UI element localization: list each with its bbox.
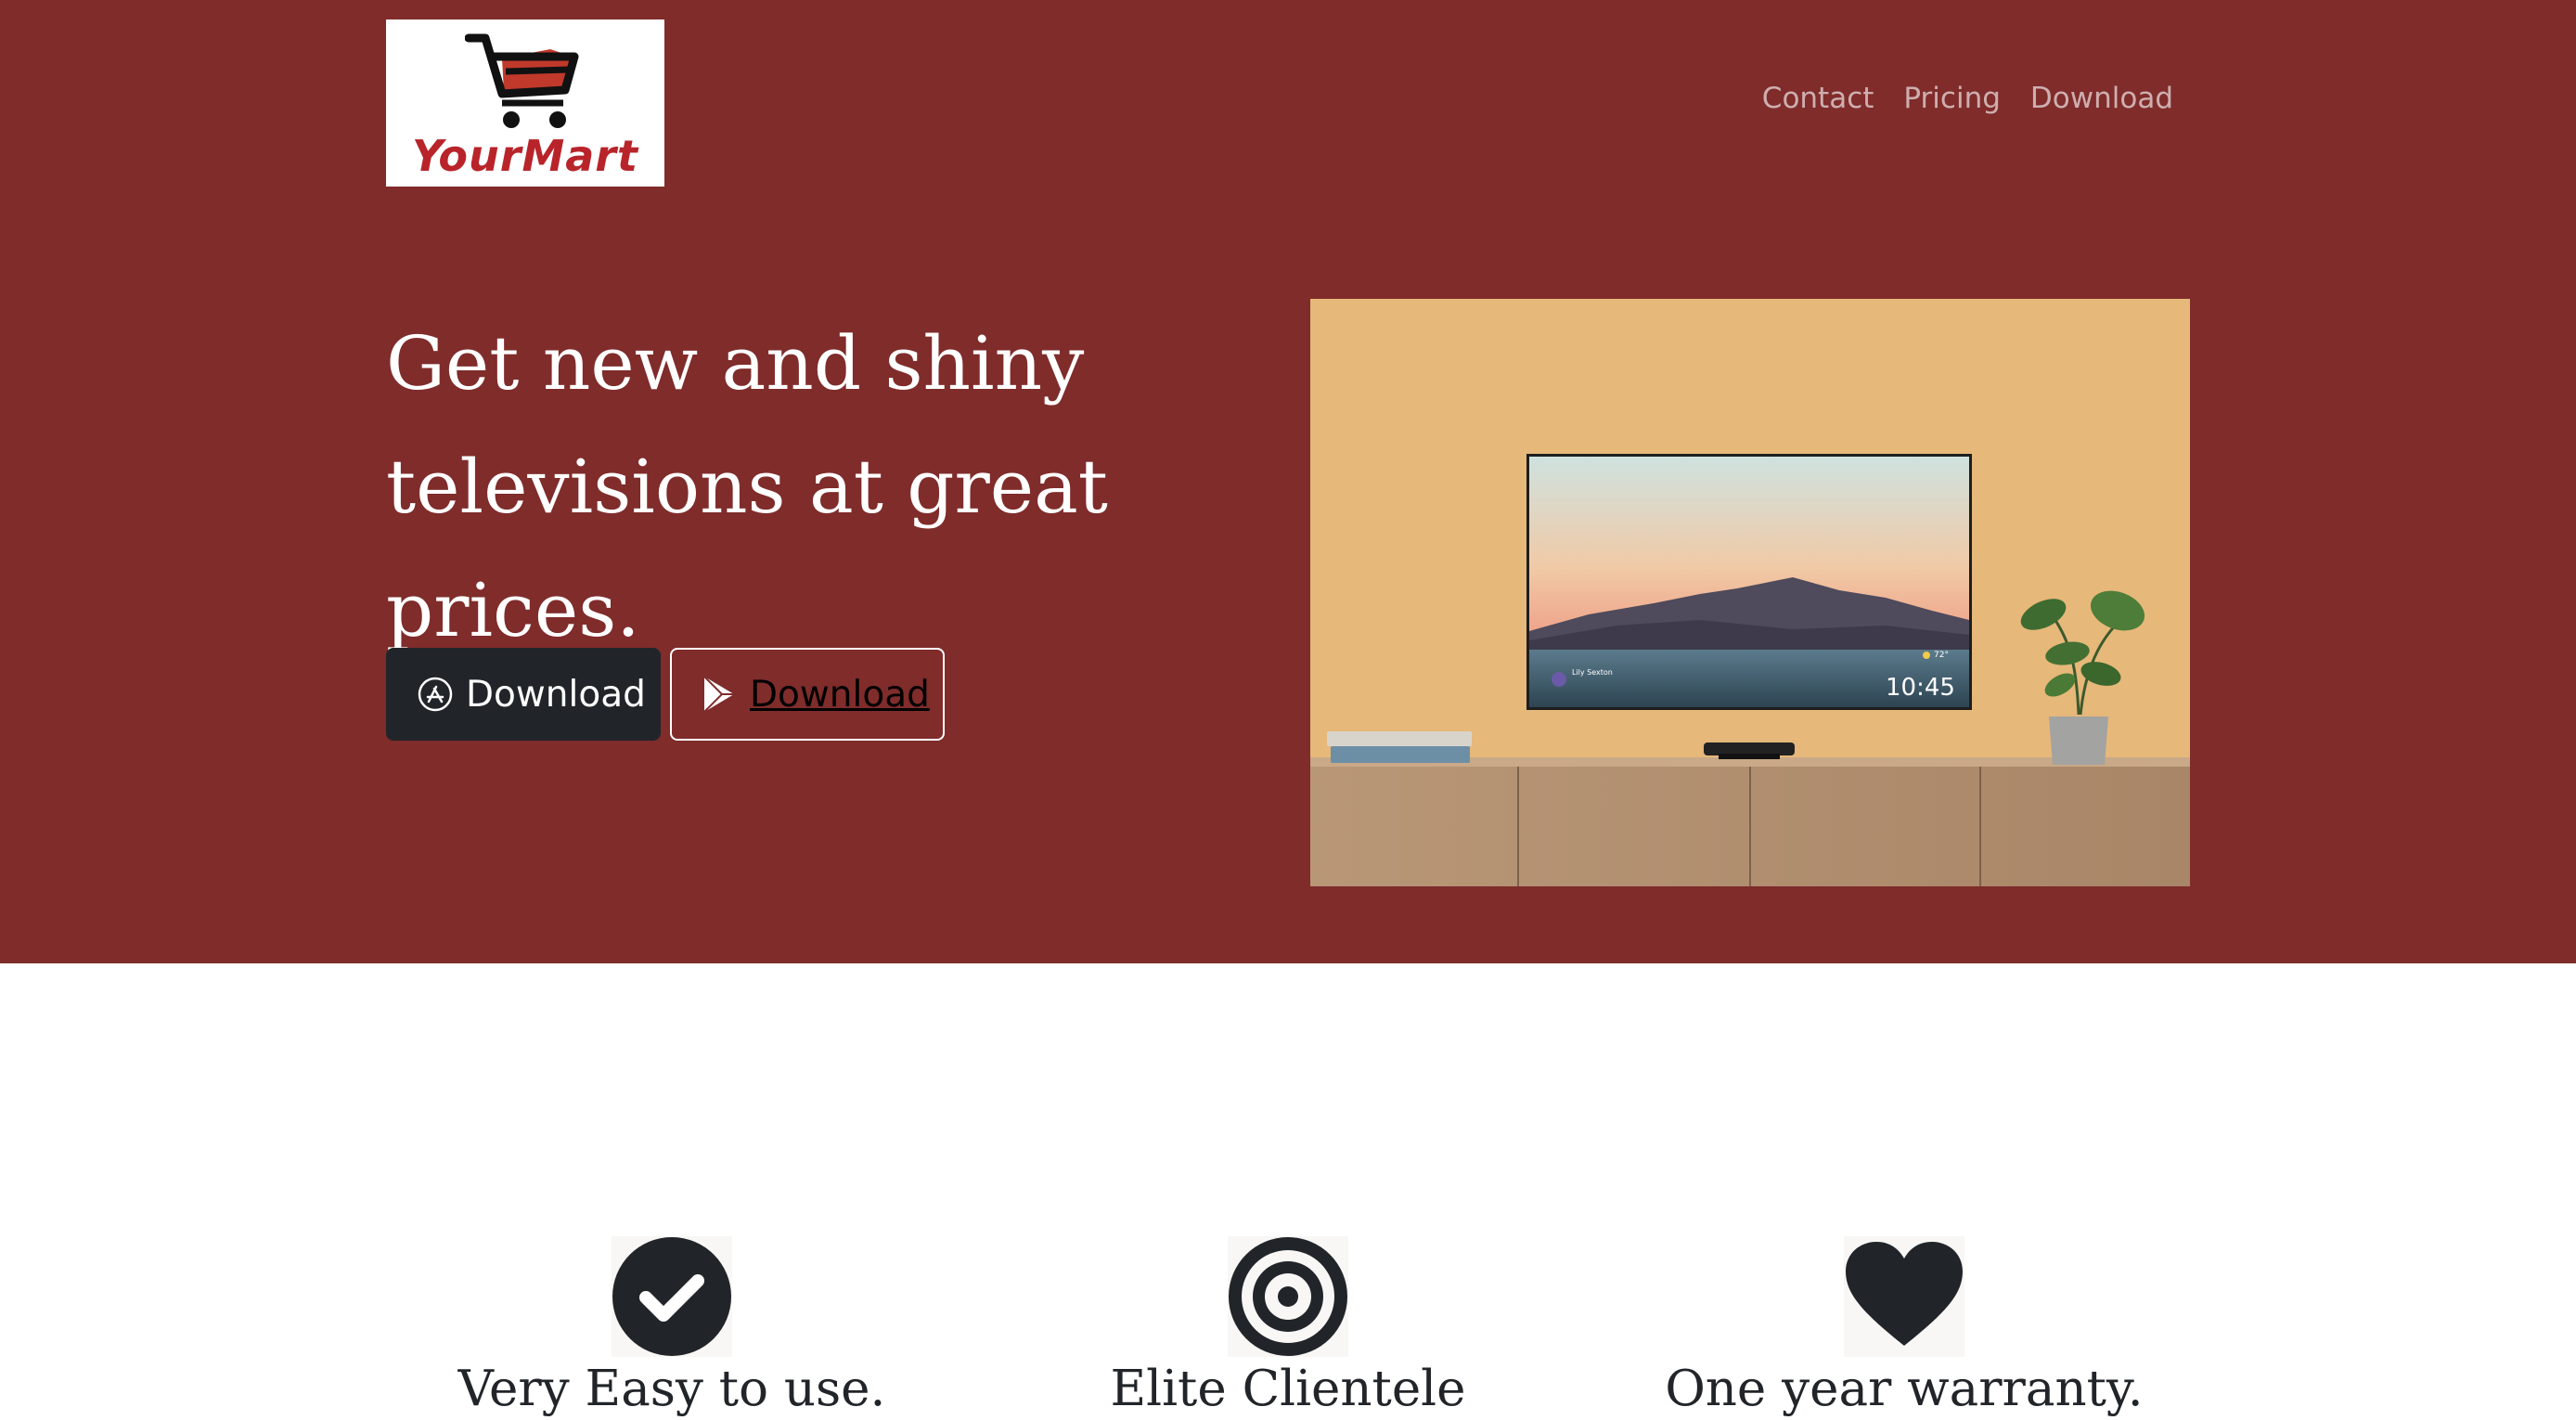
app-store-icon [418,677,453,712]
app-store-download-label: Download [466,673,646,716]
nav-item-pricing[interactable]: Pricing [1903,82,2001,115]
google-play-icon [703,676,734,713]
heart-icon [1844,1236,1964,1357]
features-section: Very Easy to use. Elite Clientele One ye… [0,963,2576,1417]
app-store-download-button[interactable]: Download [386,648,661,741]
logo[interactable]: YourMart [386,19,664,187]
nav-item-contact[interactable]: Contact [1762,82,1874,115]
headline-line-1: Get new and shiny [386,320,1085,407]
play-store-download-label: Download [750,673,930,716]
feature-title-elite: Elite Clientele [1110,1361,1466,1417]
top-nav: Contact Pricing Download [1762,82,2173,115]
tv-clock: 10:45 [1886,674,1955,702]
feature-title-warranty: One year warranty. [1665,1361,2144,1417]
play-store-download-button[interactable]: Download [670,648,945,741]
shopping-cart-icon [465,33,579,128]
feature-warranty: One year warranty. [1644,1236,2164,1420]
nav-item-download[interactable]: Download [2030,82,2173,115]
logo-text: YourMart [412,131,638,181]
tv-temperature: 72° [1934,651,1949,660]
tv-user-name: Lily Sexton [1572,668,1613,677]
feature-easy-to-use: Very Easy to use. [412,1236,932,1420]
feature-title-easy: Very Easy to use. [457,1361,886,1417]
check-circle-icon [612,1236,732,1357]
bullseye-icon [1228,1236,1348,1357]
tv-product-image: 10:45 Lily Sexton 72° [1310,299,2190,886]
hero-headline: Get new and shiny televisions at great p… [386,302,1295,672]
hero-section: YourMart Contact Pricing Download Get ne… [0,0,2576,963]
feature-elite-clientele: Elite Clientele [1028,1236,1548,1420]
headline-line-2: televisions at great prices. [386,444,1108,653]
